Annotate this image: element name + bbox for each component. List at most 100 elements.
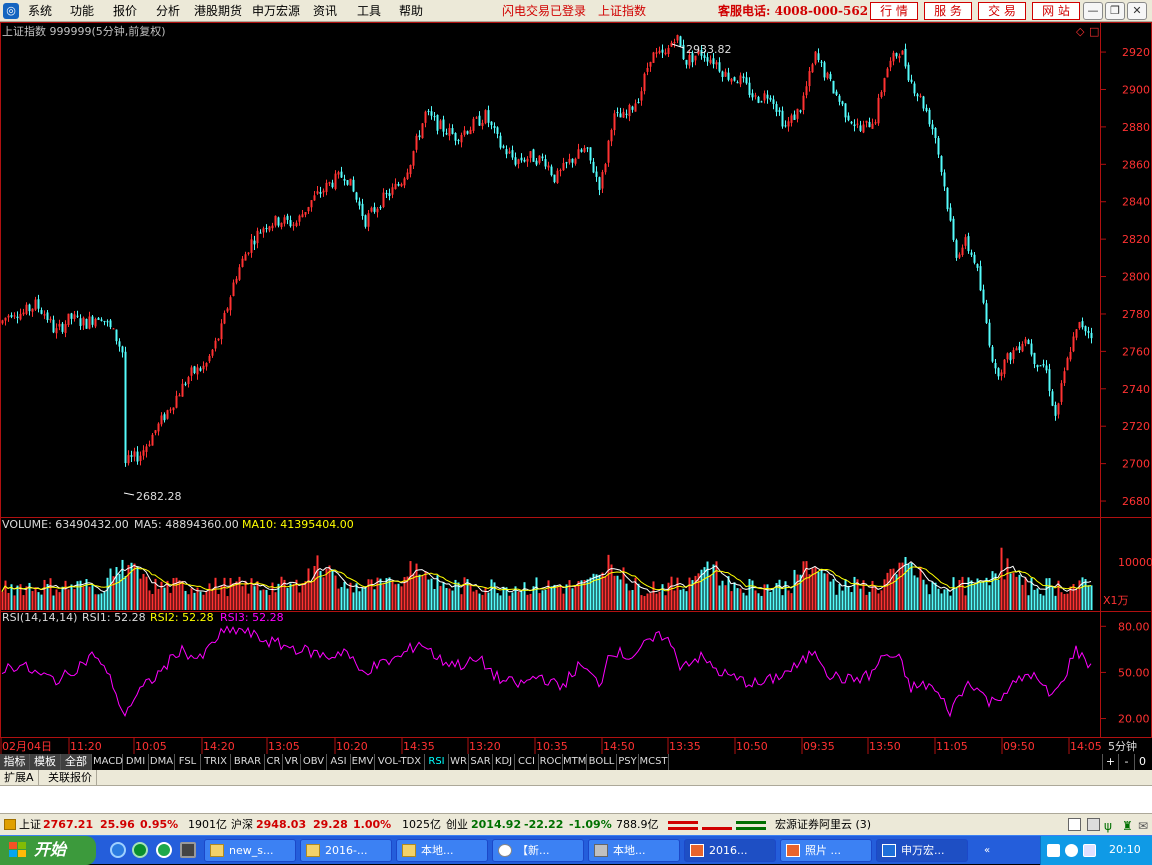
trade-button[interactable]: 交 易	[978, 2, 1026, 20]
sh-index-value[interactable]: 2767.21	[43, 815, 93, 835]
time-tick-label: 14:20	[203, 740, 235, 753]
task-local[interactable]: 本地...	[396, 839, 488, 862]
quote-button[interactable]: 行 情	[870, 2, 918, 20]
browser-icon[interactable]	[156, 842, 172, 858]
task-browser-new[interactable]: 【新...	[492, 839, 584, 862]
start-button[interactable]: 开始	[0, 836, 96, 865]
volume-bar	[1090, 585, 1093, 610]
menu-quote[interactable]: 报价	[113, 3, 137, 19]
tab-template[interactable]: 模板	[30, 754, 61, 770]
tray-shield-icon[interactable]	[1083, 844, 1096, 857]
volume-bar	[181, 580, 184, 610]
indicator-tab-boll[interactable]: BOLL	[587, 754, 617, 770]
menu-function[interactable]: 功能	[70, 3, 94, 19]
task-swhy[interactable]: 申万宏...	[876, 839, 968, 862]
task-local-disk[interactable]: 本地...	[588, 839, 680, 862]
task-2016-folder[interactable]: 2016-...	[300, 839, 392, 862]
restore-icon[interactable]: ❐	[1105, 2, 1125, 20]
indicator-tab-psy[interactable]: PSY	[617, 754, 639, 770]
task-2016-doc[interactable]: 2016...	[684, 839, 776, 862]
panel-toggle-icon[interactable]	[1068, 818, 1081, 831]
ie-launch-icon[interactable]	[132, 842, 148, 858]
indicator-tab-asi[interactable]: ASI	[327, 754, 351, 770]
candle-body	[523, 159, 526, 162]
candle-body	[1051, 391, 1054, 406]
indicator-tab-rsi[interactable]: RSI	[425, 754, 449, 770]
indicator-tab-cr[interactable]: CR	[265, 754, 283, 770]
tab-indicator[interactable]: 指标	[0, 754, 30, 770]
indicator-tab-vol-tdx[interactable]: VOL-TDX	[375, 754, 425, 770]
indicator-tab-cci[interactable]: CCI	[515, 754, 539, 770]
indicator-tab-wr[interactable]: WR	[449, 754, 469, 770]
volume-bar	[223, 577, 226, 610]
candle-body	[610, 129, 613, 142]
kline-chart-area[interactable]: 2920 2900 2880 2860 2840 2820 2800 2780 2760 2740…	[0, 22, 1152, 754]
tab-related-quotes[interactable]: 关联报价	[44, 770, 97, 786]
indicator-tab-dma[interactable]: DMA	[149, 754, 175, 770]
candle-body	[217, 338, 220, 341]
menu-help[interactable]: 帮助	[399, 3, 423, 19]
indicator-tab-roc[interactable]: ROC	[539, 754, 563, 770]
zoom-in-button[interactable]: +	[1102, 754, 1118, 770]
notification-icon[interactable]: ✉	[1138, 816, 1148, 836]
ie-icon[interactable]	[110, 842, 126, 858]
menu-hk-futures[interactable]: 港股期货	[194, 3, 242, 19]
candle-body	[874, 122, 877, 124]
tray-keyboard-icon[interactable]	[1047, 844, 1060, 857]
indicator-tab-macd[interactable]: MACD	[93, 754, 123, 770]
task-photos[interactable]: 照片 ...	[780, 839, 872, 862]
close-icon[interactable]: ✕	[1127, 2, 1147, 20]
volume-bar	[685, 591, 688, 610]
hs-index-value[interactable]: 2948.03	[256, 815, 306, 835]
minimize-icon[interactable]: —	[1083, 2, 1103, 20]
lock-icon[interactable]: ♜	[1122, 816, 1133, 836]
chart-canvas[interactable]: 2920 2900 2880 2860 2840 2820 2800 2780 2760 2740…	[0, 22, 1152, 754]
candle-body	[34, 299, 37, 310]
tab-extension-a[interactable]: 扩展A	[0, 770, 39, 786]
server-name[interactable]: 宏源证券阿里云 (3)	[775, 815, 871, 835]
cy-index-label[interactable]: 创业	[446, 815, 468, 835]
candle-body	[1015, 348, 1018, 351]
indicator-tab-mtm[interactable]: MTM	[563, 754, 587, 770]
menu-tools[interactable]: 工具	[357, 3, 381, 19]
menu-news[interactable]: 资讯	[313, 3, 337, 19]
zoom-out-button[interactable]: -	[1118, 754, 1134, 770]
indicator-tab-vr[interactable]: VR	[283, 754, 301, 770]
chart-expand-icon[interactable]: □	[1089, 25, 1099, 38]
chart-options-icon[interactable]: ◇	[1076, 25, 1085, 38]
quicklaunch-more-icon[interactable]	[180, 842, 196, 858]
app-logo-icon[interactable]: ◎	[3, 3, 19, 19]
status-indicator-icon[interactable]	[4, 819, 16, 830]
task-new-s[interactable]: new_s...	[204, 839, 296, 862]
chart-frame	[0, 22, 1152, 738]
website-button[interactable]: 网 站	[1032, 2, 1080, 20]
cy-index-value[interactable]: 2014.92	[471, 815, 521, 835]
indicator-tab-trix[interactable]: TRIX	[201, 754, 231, 770]
menu-swhy[interactable]: 申万宏源	[252, 3, 300, 19]
tray-expand-icon[interactable]: «	[984, 845, 996, 857]
service-button[interactable]: 服 务	[924, 2, 972, 20]
indicator-tab-kdj[interactable]: KDJ	[493, 754, 515, 770]
tab-all[interactable]: 全部	[61, 754, 92, 770]
indicator-tab-obv[interactable]: OBV	[301, 754, 327, 770]
layout-icon[interactable]	[1087, 818, 1100, 831]
candle-body	[811, 64, 814, 73]
indicator-tab-mcst[interactable]: MCST	[639, 754, 669, 770]
indicator-tab-sar[interactable]: SAR	[469, 754, 493, 770]
tray-clock[interactable]: 20:10	[1109, 836, 1141, 864]
indicator-tab-emv[interactable]: EMV	[351, 754, 375, 770]
sh-index-label[interactable]: 上证	[19, 815, 41, 835]
indicator-tab-dmi[interactable]: DMI	[123, 754, 149, 770]
indicator-tab-brar[interactable]: BRAR	[231, 754, 265, 770]
hs-index-label[interactable]: 沪深	[231, 815, 253, 835]
volume-bar	[889, 568, 892, 610]
menu-system[interactable]: 系统	[28, 3, 52, 19]
zoom-reset-button[interactable]: 0	[1134, 754, 1150, 770]
signal-icon[interactable]: ψ	[1104, 816, 1112, 836]
menu-analysis[interactable]: 分析	[156, 3, 180, 19]
tray-network-icon[interactable]	[1065, 844, 1078, 857]
indicator-tab-fsl[interactable]: FSL	[175, 754, 201, 770]
flash-trade-status[interactable]: 闪电交易已登录	[502, 3, 586, 19]
candle-body	[490, 121, 493, 126]
volume-bar	[1072, 584, 1075, 610]
